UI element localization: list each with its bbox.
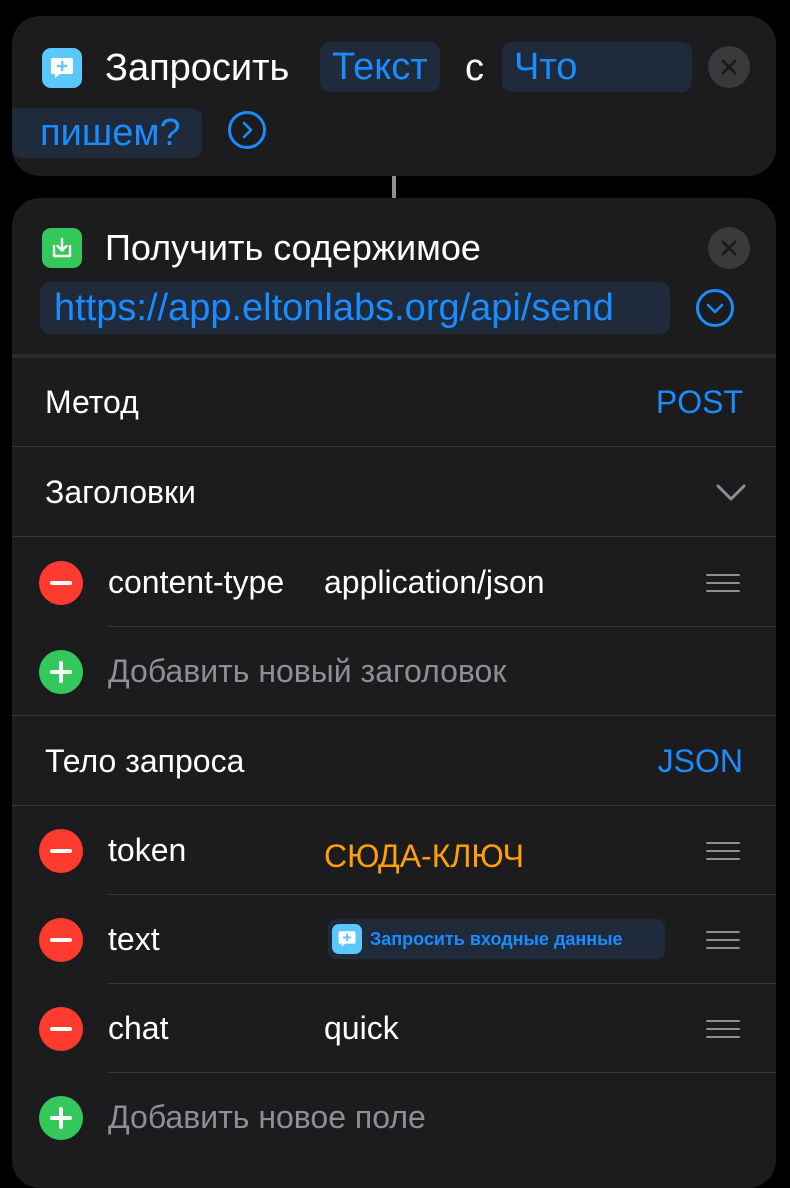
ask-for-input-action[interactable]: Запросить Текст с Что пишем? bbox=[12, 16, 776, 176]
method-value[interactable]: POST bbox=[656, 358, 743, 447]
field-value[interactable]: СЮДА-КЛЮЧ bbox=[324, 812, 524, 901]
chevron-right-circle-icon[interactable] bbox=[228, 111, 266, 149]
header-value[interactable]: application/json bbox=[324, 538, 545, 627]
download-tray-icon bbox=[42, 228, 82, 268]
add-field-label[interactable]: Добавить новое поле bbox=[108, 1073, 426, 1162]
get-contents-title: Получить содержимое bbox=[105, 227, 481, 268]
variable-token[interactable]: Запросить входные данные bbox=[328, 919, 665, 959]
chevron-down-circle-icon[interactable] bbox=[696, 289, 734, 327]
body-field-row: text Запросить входные данные bbox=[12, 895, 776, 984]
close-icon[interactable] bbox=[708, 46, 750, 88]
drag-handle-icon[interactable] bbox=[706, 842, 740, 860]
variable-token-label: Запросить входные данные bbox=[370, 928, 623, 949]
drag-handle-icon[interactable] bbox=[706, 1020, 740, 1038]
url-token[interactable]: https://app.eltonlabs.org/api/send bbox=[40, 282, 670, 334]
row-divider bbox=[12, 446, 776, 447]
field-key[interactable]: chat bbox=[108, 984, 168, 1073]
request-body-type[interactable]: JSON bbox=[658, 717, 743, 806]
method-label: Метод bbox=[45, 384, 139, 420]
row-divider bbox=[12, 536, 776, 537]
plus-circle-icon[interactable] bbox=[39, 650, 83, 694]
drag-handle-icon[interactable] bbox=[706, 574, 740, 592]
ask-connector-text: с bbox=[465, 47, 484, 89]
minus-circle-icon[interactable] bbox=[39, 1007, 83, 1051]
add-field-row[interactable]: Добавить новое поле bbox=[12, 1073, 776, 1162]
headers-row[interactable]: Заголовки bbox=[12, 448, 776, 537]
speech-bubble-plus-icon bbox=[332, 924, 362, 954]
input-type-token[interactable]: Текст bbox=[320, 42, 440, 92]
headers-label: Заголовки bbox=[45, 474, 196, 510]
speech-bubble-plus-icon bbox=[42, 48, 82, 88]
action-connector-line bbox=[392, 176, 396, 198]
prompt-token-line2[interactable]: пишем? bbox=[12, 108, 202, 158]
ask-action-title: Запросить bbox=[105, 47, 290, 89]
request-body-label: Тело запроса bbox=[45, 743, 245, 779]
method-row[interactable]: Метод POST bbox=[12, 358, 776, 447]
body-field-row: chat quick bbox=[12, 984, 776, 1073]
minus-circle-icon[interactable] bbox=[39, 918, 83, 962]
minus-circle-icon[interactable] bbox=[39, 829, 83, 873]
prompt-token-line1[interactable]: Что bbox=[502, 42, 692, 92]
add-header-label[interactable]: Добавить новый заголовок bbox=[108, 627, 506, 716]
chevron-down-icon[interactable] bbox=[716, 478, 746, 511]
get-contents-action[interactable]: Получить содержимое https://app.eltonlab… bbox=[12, 198, 776, 1188]
field-value[interactable]: quick bbox=[324, 984, 399, 1073]
field-key[interactable]: token bbox=[108, 806, 186, 895]
request-body-row[interactable]: Тело запроса JSON bbox=[12, 717, 776, 806]
header-item-row: content-type application/json bbox=[12, 538, 776, 627]
header-key[interactable]: content-type bbox=[108, 538, 284, 627]
drag-handle-icon[interactable] bbox=[706, 931, 740, 949]
body-field-row: token СЮДА-КЛЮЧ bbox=[12, 806, 776, 895]
minus-circle-icon[interactable] bbox=[39, 561, 83, 605]
field-key[interactable]: text bbox=[108, 895, 160, 984]
plus-circle-icon[interactable] bbox=[39, 1096, 83, 1140]
close-icon[interactable] bbox=[708, 227, 750, 269]
row-divider bbox=[12, 715, 776, 716]
add-header-row[interactable]: Добавить новый заголовок bbox=[12, 627, 776, 716]
